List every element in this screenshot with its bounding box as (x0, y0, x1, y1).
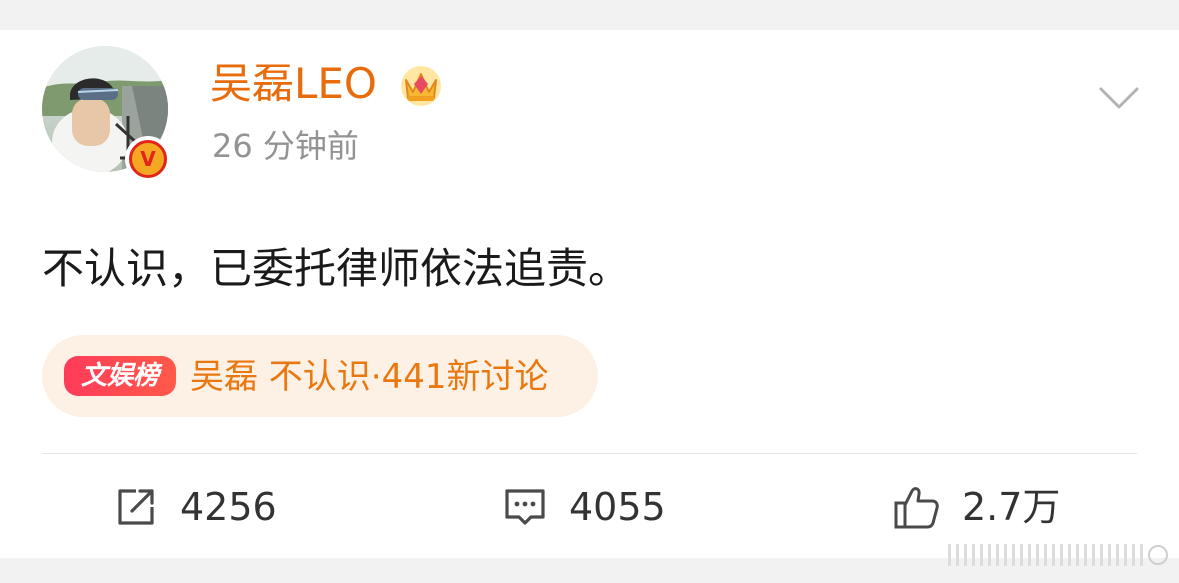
repost-icon (118, 489, 154, 525)
watermark (948, 544, 1168, 566)
comment-count: 4055 (569, 485, 666, 529)
repost-button[interactable]: 4256 (114, 482, 277, 532)
topic-badge: 文娱榜 (64, 356, 176, 396)
author-name[interactable]: 吴磊LEO (210, 58, 377, 110)
verified-badge: V (125, 136, 171, 182)
verified-badge-letter: V (140, 147, 156, 171)
repost-count: 4256 (180, 485, 277, 529)
post-timestamp: 26 分钟前 (212, 127, 359, 165)
comment-button[interactable]: 4055 (503, 482, 666, 532)
top-gap (0, 0, 1179, 30)
divider (42, 453, 1137, 454)
post-text: 不认识，已委托律师依法追责。 (42, 244, 631, 293)
crown-icon[interactable] (398, 62, 444, 108)
like-button[interactable]: 2.7万 (892, 482, 1060, 532)
topic-text[interactable]: 吴磊 不认识·441新讨论 (190, 355, 549, 399)
thumbs-up-icon (894, 487, 939, 529)
like-count: 2.7万 (962, 485, 1061, 529)
chevron-down-icon[interactable] (1098, 84, 1140, 112)
comment-icon (505, 489, 545, 525)
